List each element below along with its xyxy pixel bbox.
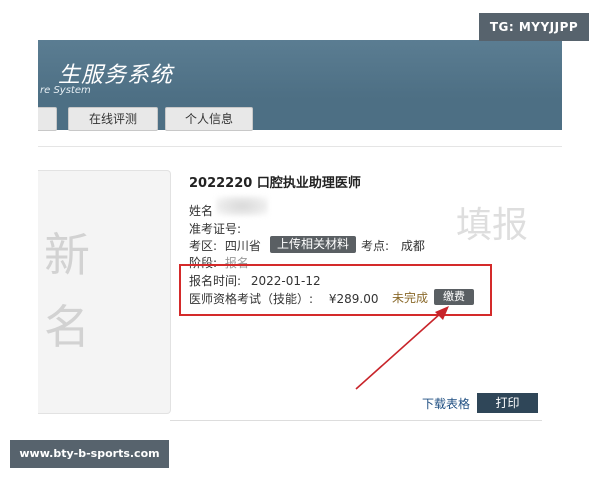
- name-label: 姓名: [189, 204, 214, 218]
- site-label: 考点:: [361, 239, 390, 253]
- cert-row: 准考证号:: [189, 220, 241, 237]
- exam-title: 2022220 口腔执业助理医师: [189, 176, 361, 191]
- signup-time-value: 2022-01-12: [250, 274, 321, 288]
- signup-time-label: 报名时间:: [189, 274, 242, 288]
- payment-status: 未完成: [392, 291, 429, 305]
- left-card-char-2: 名: [44, 300, 90, 354]
- nav-button-personal-info[interactable]: 个人信息: [165, 107, 253, 131]
- content-divider: [38, 146, 562, 147]
- exam-item-label: 医师资格考试（技能）:: [189, 292, 314, 306]
- print-button[interactable]: 打印: [477, 393, 538, 413]
- blurred-name-value: [216, 196, 268, 216]
- exam-price: ¥289.00: [328, 292, 379, 306]
- left-card-char-1: 新: [44, 228, 90, 282]
- watermark-telegram: TG: MYYJJPP: [479, 13, 589, 41]
- fill-watermark-text: 填报: [456, 205, 529, 246]
- region-value: 四川省: [224, 239, 261, 253]
- system-subtitle: re System: [40, 85, 91, 96]
- exam-item-row: 医师资格考试（技能）: ¥289.00: [189, 290, 379, 307]
- nav-button-partial[interactable]: [38, 107, 57, 131]
- site-row: 考点: 成都: [361, 237, 425, 254]
- pay-fee-button[interactable]: 缴费: [434, 289, 474, 305]
- left-info-card: 新 名: [38, 170, 171, 414]
- upload-materials-button[interactable]: 上传相关材料: [270, 236, 356, 253]
- bottom-divider: [170, 420, 542, 421]
- signup-time-row: 报名时间: 2022-01-12: [189, 272, 321, 289]
- download-form-link[interactable]: 下载表格: [422, 395, 470, 412]
- region-label: 考区:: [189, 239, 218, 253]
- site-value: 成都: [400, 239, 425, 253]
- cert-label: 准考证号:: [189, 222, 242, 236]
- region-row: 考区: 四川省: [189, 237, 261, 254]
- nav-button-online-test[interactable]: 在线评测: [68, 107, 158, 131]
- name-row: 姓名: [189, 202, 213, 219]
- watermark-website: www.bty-b-sports.com: [10, 440, 169, 468]
